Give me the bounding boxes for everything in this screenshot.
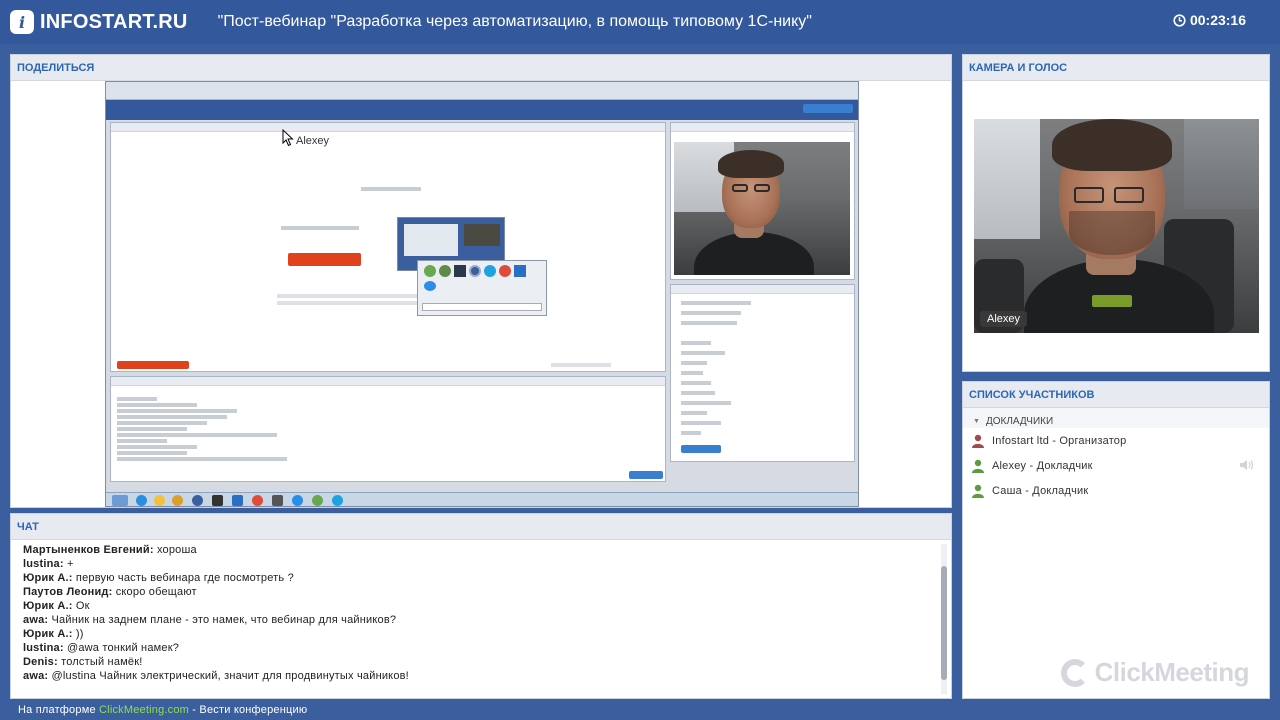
screen-share-head: [111, 123, 665, 132]
chat-author: lustina:: [23, 642, 64, 654]
shared-screen-area: Alexey: [11, 81, 951, 507]
chat-message: Паутов Леонид: скоро обещают: [23, 585, 929, 599]
screen-participants-panel: [670, 284, 855, 462]
participant-name: Infostart ltd - Организатор: [992, 434, 1127, 447]
chat-text: @lustina Чайник электрический, значит дл…: [48, 670, 409, 682]
chat-text: Чайник на заднем плане - это намек, что …: [48, 614, 397, 626]
participant-name: Alexey - Докладчик: [992, 459, 1093, 472]
participant-row[interactable]: Саша - Докладчик: [963, 478, 1269, 503]
chat-text: Ок: [72, 600, 90, 612]
participant-row[interactable]: Infostart ltd - Организатор: [963, 428, 1269, 453]
clickmeeting-watermark: ClickMeeting: [1060, 657, 1250, 688]
timer-value: 00:23:16: [1189, 12, 1246, 28]
camera-area: Alexey: [963, 81, 1269, 371]
cursor-name-label: Alexey: [296, 135, 330, 147]
top-bar: i INFOSTART.RU "Пост-вебинар "Разработка…: [0, 0, 1280, 44]
screen-app-header: [106, 100, 858, 120]
chat-text: скоро обещают: [112, 586, 197, 598]
chat-author: Юрик А.:: [23, 600, 73, 612]
screen-taskbar: [106, 492, 858, 506]
mouse-cursor-icon: [282, 129, 294, 147]
chat-message: Юрик А.: первую часть вебинара где посмо…: [23, 571, 929, 585]
chat-scrollbar-thumb[interactable]: [941, 566, 947, 680]
chat-scrollbar[interactable]: [941, 544, 947, 694]
screen-share-panel: [110, 122, 666, 372]
chat-header: ЧАТ: [11, 514, 951, 540]
chat-author: awa:: [23, 670, 49, 682]
chat-text: толстый намёк!: [57, 656, 143, 668]
organizer-user-icon: [972, 434, 984, 448]
screen-app-picker: [417, 260, 547, 316]
chat-author: lustina:: [23, 558, 64, 570]
chat-message: lustina: +: [23, 557, 929, 571]
infostart-logo[interactable]: i INFOSTART.RU: [10, 10, 188, 34]
screen-share-button: [288, 253, 361, 266]
screen-browser-bar: [106, 82, 858, 100]
camera-header: КАМЕРА И ГОЛОС: [963, 55, 1269, 81]
presenters-group[interactable]: ▼ ДОКЛАДЧИКИ: [963, 408, 1269, 428]
participant-name: Саша - Докладчик: [992, 484, 1089, 497]
shared-screen-image: Alexey: [105, 81, 859, 507]
screen-end-button: [803, 104, 853, 113]
chat-message: awa: @lustina Чайник электрический, знач…: [23, 669, 929, 683]
footer-prefix: На платформе: [18, 704, 100, 716]
webinar-title: "Пост-вебинар "Разработка через автомати…: [217, 13, 812, 30]
chat-author: Denis:: [23, 656, 58, 668]
camera-panel: КАМЕРА И ГОЛОС Alexey: [962, 54, 1270, 372]
chat-messages: Мартыненков Евгений: хороша lustina: + Ю…: [11, 540, 941, 698]
share-panel: ПОДЕЛИТЬСЯ Alexey: [10, 54, 952, 508]
chat-message: lustina: @awa тонкий намек?: [23, 641, 929, 655]
chat-message: awa: Чайник на заднем плане - это намек,…: [23, 613, 929, 627]
clickmeeting-brand-text: ClickMeeting: [1094, 657, 1250, 687]
presenter-user-icon: [972, 459, 984, 473]
screen-camera-feed: [674, 142, 850, 275]
presenter-user-icon: [972, 484, 984, 498]
screen-stop-button: [117, 361, 189, 369]
logo-badge: i: [10, 10, 34, 34]
chat-author: Мартыненков Евгений:: [23, 544, 154, 556]
footer: На платформе ClickMeeting.com - Вести ко…: [18, 704, 307, 716]
chat-author: Юрик А.:: [23, 628, 73, 640]
chat-message: Юрик А.: )): [23, 627, 929, 641]
chat-author: Паутов Леонид:: [23, 586, 113, 598]
footer-suffix: - Вести конференцию: [189, 704, 308, 716]
chat-text: +: [63, 558, 74, 570]
camera-name-label: Alexey: [980, 311, 1028, 327]
session-timer: 00:23:16: [1173, 12, 1246, 28]
participants-header: СПИСОК УЧАСТНИКОВ: [963, 382, 1269, 408]
speaker-volume-icon[interactable]: [1239, 459, 1255, 471]
chat-message: Мартыненков Евгений: хороша: [23, 543, 929, 557]
presenters-group-label: ДОКЛАДЧИКИ: [985, 415, 1054, 427]
chat-text: @awa тонкий намек?: [63, 642, 180, 654]
chat-text: первую часть вебинара где посмотреть ?: [72, 572, 294, 584]
chat-message: Denis: толстый намёк!: [23, 655, 929, 669]
participants-panel: СПИСОК УЧАСТНИКОВ ▼ ДОКЛАДЧИКИ Infostart…: [962, 381, 1270, 699]
chat-text: хороша: [153, 544, 197, 556]
clickmeeting-link[interactable]: ClickMeeting.com: [99, 704, 189, 716]
screen-chat-panel: [110, 376, 666, 482]
chat-author: Юрик А.:: [23, 572, 73, 584]
chat-message: Юрик А.: Ок: [23, 599, 929, 613]
clock-icon: [1173, 13, 1186, 27]
chat-text: )): [72, 628, 84, 640]
camera-video-feed[interactable]: Alexey: [974, 119, 1259, 333]
logo-text: INFOSTART.RU: [40, 10, 188, 33]
chat-author: awa:: [23, 614, 49, 626]
share-header: ПОДЕЛИТЬСЯ: [11, 55, 951, 81]
chat-panel: ЧАТ Мартыненков Евгений: хороша lustina:…: [10, 513, 952, 699]
clickmeeting-logo-icon: [1060, 658, 1089, 687]
participant-row[interactable]: Alexey - Докладчик: [963, 453, 1269, 478]
collapse-triangle-icon: ▼: [973, 417, 980, 425]
